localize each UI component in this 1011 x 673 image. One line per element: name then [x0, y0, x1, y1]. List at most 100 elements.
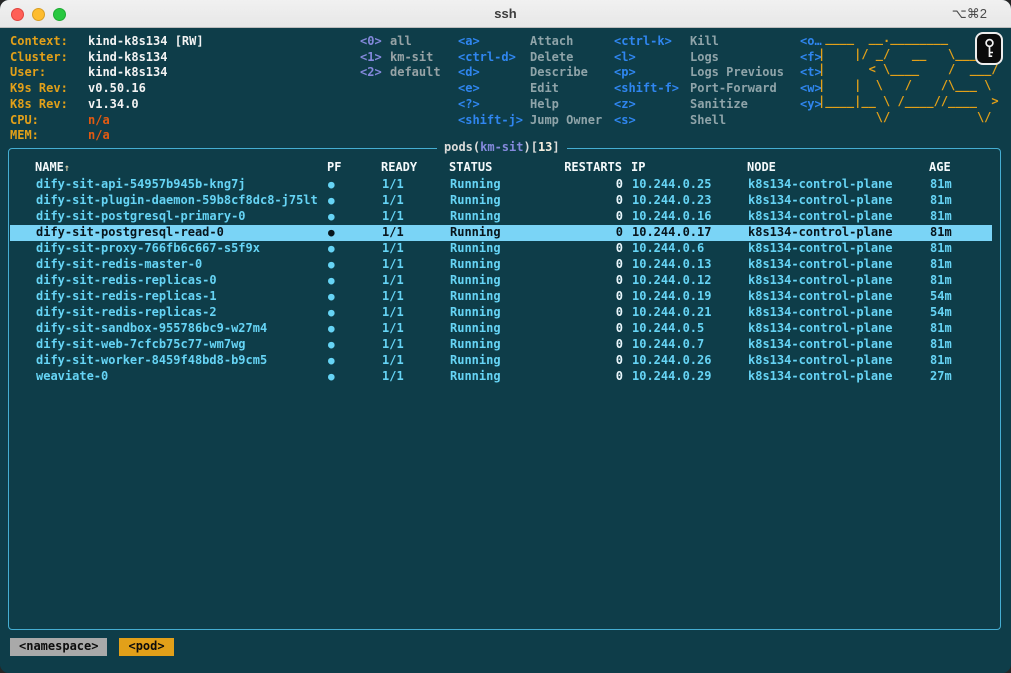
menu-label: Delete: [530, 50, 573, 64]
column-header-node[interactable]: NODE: [747, 160, 776, 176]
menu-label: Shell: [690, 113, 726, 127]
cell-ready: 1/1: [382, 305, 404, 321]
table-row[interactable]: dify-sit-postgresql-read-0●1/1Running010…: [10, 225, 992, 241]
cell-age: 54m: [930, 289, 952, 305]
namespace-key: <2>: [360, 65, 390, 81]
menu-label: Describe: [530, 65, 588, 79]
namespace-shortcut[interactable]: <0>all: [360, 34, 441, 50]
column-header-name[interactable]: NAME↑: [35, 160, 70, 177]
cell-node: k8s134-control-plane: [748, 289, 893, 305]
column-header-restarts[interactable]: RESTARTS: [538, 160, 622, 176]
table-title-bracket-open: )[: [523, 140, 537, 154]
window-title: ssh: [0, 6, 1011, 21]
cell-restarts: 0: [539, 209, 623, 225]
table-row[interactable]: dify-sit-plugin-daemon-59b8cf8dc8-j75lt ●…: [10, 193, 999, 209]
cell-ip: 10.244.0.12: [632, 273, 711, 289]
table-row[interactable]: weaviate-0●1/1Running010.244.0.29k8s134-…: [10, 369, 999, 385]
menu-item: <ctrl-d>Delete: [458, 50, 602, 66]
cell-status: Running: [450, 225, 501, 241]
cell-restarts: 0: [539, 177, 623, 193]
cell-name: dify-sit-plugin-daemon-59b8cf8dc8-j75lt: [36, 193, 318, 209]
cell-ip: 10.244.0.21: [632, 305, 711, 321]
pod-status-dot: ●: [328, 321, 335, 337]
column-header-ready[interactable]: READY: [381, 160, 417, 176]
menu-label: Help: [530, 97, 559, 111]
table-row[interactable]: dify-sit-sandbox-955786bc9-w27m4●1/1Runn…: [10, 321, 999, 337]
cell-ready: 1/1: [382, 225, 404, 241]
crumb-namespace[interactable]: <namespace>: [10, 638, 107, 656]
terminal-window: ssh ⌥⌘2 Context:kind-k8s134 [RW]Cluster:…: [0, 0, 1011, 673]
cell-ip: 10.244.0.5: [632, 321, 704, 337]
table-row[interactable]: dify-sit-redis-replicas-0●1/1Running010.…: [10, 273, 999, 289]
table-header: NAME↑ PF READY STATUS RESTARTS IP NODE AGE: [9, 160, 1000, 176]
table-row[interactable]: dify-sit-worker-8459f48bd8-b9cm5●1/1Runn…: [10, 353, 999, 369]
cell-name: dify-sit-web-7cfcb75c77-wm7wg: [36, 337, 246, 353]
cell-restarts: 0: [539, 273, 623, 289]
table-row[interactable]: dify-sit-api-54957b945b-kng7j●1/1Running…: [10, 177, 999, 193]
menu-item: <ctrl-k>Kill: [614, 34, 784, 50]
column-header-age[interactable]: AGE: [929, 160, 951, 176]
menu-label: Attach: [530, 34, 573, 48]
column-header-status[interactable]: STATUS: [449, 160, 492, 176]
table-rows: dify-sit-api-54957b945b-kng7j●1/1Running…: [10, 177, 999, 385]
cell-age: 81m: [930, 225, 952, 241]
namespace-label: km-sit: [390, 50, 433, 64]
cell-node: k8s134-control-plane: [748, 209, 893, 225]
info-value: v0.50.16: [88, 81, 146, 97]
table-row[interactable]: dify-sit-proxy-766fb6c667-s5f9x●1/1Runni…: [10, 241, 999, 257]
table-row[interactable]: dify-sit-postgresql-primary-0●1/1Running…: [10, 209, 999, 225]
cell-age: 81m: [930, 273, 952, 289]
crumb-pod[interactable]: <pod>: [119, 638, 173, 656]
table-row[interactable]: dify-sit-redis-replicas-1●1/1Running010.…: [10, 289, 999, 305]
cell-age: 81m: [930, 193, 952, 209]
table-title-resource: pods(: [444, 140, 480, 154]
pod-status-dot: ●: [328, 209, 335, 225]
table-title-bracket-close: ]: [552, 140, 559, 154]
table-row[interactable]: dify-sit-web-7cfcb75c77-wm7wg●1/1Running…: [10, 337, 999, 353]
info-row: CPU:n/a: [10, 113, 204, 129]
cell-ready: 1/1: [382, 241, 404, 257]
cell-ip: 10.244.0.13: [632, 257, 711, 273]
cell-name: dify-sit-redis-replicas-2: [36, 305, 217, 321]
cell-node: k8s134-control-plane: [748, 273, 893, 289]
cell-ip: 10.244.0.23: [632, 193, 711, 209]
pod-status-dot: ●: [328, 193, 335, 209]
terminal-content: Context:kind-k8s134 [RW]Cluster:kind-k8s…: [0, 28, 1011, 673]
info-label: User:: [10, 65, 88, 81]
info-row: Cluster:kind-k8s134: [10, 50, 204, 66]
cell-age: 81m: [930, 337, 952, 353]
menu-key: <s>: [614, 113, 690, 129]
cell-age: 81m: [930, 209, 952, 225]
namespace-label: default: [390, 65, 441, 79]
namespace-key: <1>: [360, 50, 390, 66]
table-row[interactable]: dify-sit-redis-replicas-2●1/1Running010.…: [10, 305, 999, 321]
table-title-count: 13: [538, 140, 552, 154]
pod-status-dot: ●: [328, 257, 335, 273]
table-row[interactable]: dify-sit-redis-master-0●1/1Running010.24…: [10, 257, 999, 273]
info-value: kind-k8s134: [88, 65, 167, 81]
column-header-pf[interactable]: PF: [327, 160, 341, 176]
cell-ready: 1/1: [382, 257, 404, 273]
cell-status: Running: [450, 321, 501, 337]
info-value: kind-k8s134 [RW]: [88, 34, 204, 50]
cell-restarts: 0: [539, 369, 623, 385]
info-label: K9s Rev:: [10, 81, 88, 97]
pod-status-dot: ●: [328, 305, 335, 321]
table-title: pods(km-sit)[13]: [437, 140, 567, 156]
cell-status: Running: [450, 289, 501, 305]
cell-ip: 10.244.0.26: [632, 353, 711, 369]
cell-ready: 1/1: [382, 193, 404, 209]
cell-name: dify-sit-redis-replicas-0: [36, 273, 217, 289]
cell-ready: 1/1: [382, 177, 404, 193]
cell-node: k8s134-control-plane: [748, 225, 893, 241]
cell-ip: 10.244.0.6: [632, 241, 704, 257]
cell-status: Running: [450, 193, 501, 209]
column-header-ip[interactable]: IP: [631, 160, 645, 176]
cell-restarts: 0: [539, 241, 623, 257]
namespace-shortcut[interactable]: <1>km-sit: [360, 50, 441, 66]
cell-ready: 1/1: [382, 289, 404, 305]
menu-key: <d>: [458, 65, 530, 81]
pods-table: pods(km-sit)[13] NAME↑PFREADYSTATUSRESTA…: [8, 148, 1001, 630]
cell-name: dify-sit-worker-8459f48bd8-b9cm5: [36, 353, 267, 369]
namespace-shortcut[interactable]: <2>default: [360, 65, 441, 81]
